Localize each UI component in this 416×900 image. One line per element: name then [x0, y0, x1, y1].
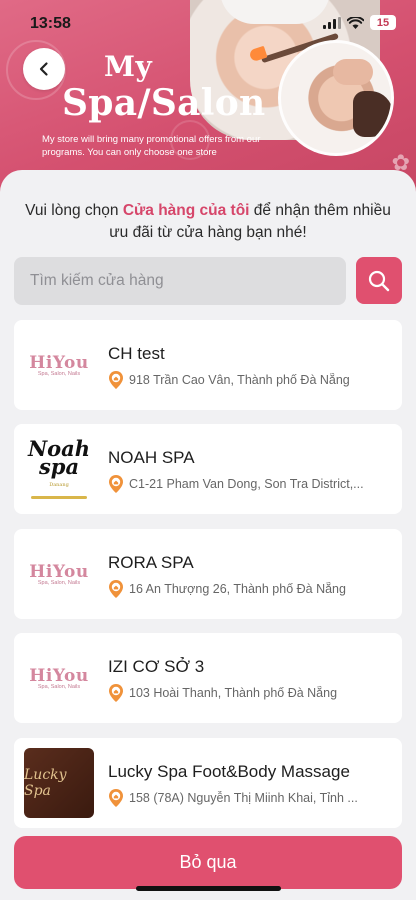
store-address-row: C1-21 Pham Van Dong, Son Tra District,..… — [108, 474, 388, 494]
store-address: C1-21 Pham Van Dong, Son Tra District,..… — [129, 477, 364, 491]
instruction-text: Vui lòng chọn Cửa hàng của tôi để nhận t… — [20, 200, 396, 244]
store-address-row: 16 An Thượng 26, Thành phố Đà Nẵng — [108, 579, 388, 599]
store-logo-hiyou: HiYou Spa, Salon, Nails — [24, 539, 94, 609]
location-pin-icon — [109, 475, 123, 493]
signal-icon — [323, 16, 341, 29]
store-address-row: 158 (78A) Nguyễn Thị Miinh Khai, Tỉnh ..… — [108, 788, 388, 808]
wifi-icon — [347, 16, 364, 29]
location-pin-icon — [109, 371, 123, 389]
hiyou-logo-text: HiYou — [29, 562, 89, 582]
store-logo-hiyou: HiYou Spa, Salon, Nails — [24, 330, 94, 400]
store-name: IZI CƠ SỞ 3 — [108, 657, 205, 676]
battery-indicator: 15 — [370, 15, 396, 30]
noah-logo-subtext: Danang — [49, 481, 69, 488]
location-pin-icon — [109, 580, 123, 598]
store-logo-lucky: Lucky Spa — [24, 748, 94, 818]
status-time: 13:58 — [30, 15, 71, 32]
location-pin-icon — [109, 684, 123, 702]
hiyou-logo-tagline: Spa, Salon, Nails — [37, 684, 81, 690]
store-card[interactable]: Lucky Spa Lucky Spa Foot&Body Massage 15… — [14, 738, 402, 828]
status-bar: 13:58 15 — [0, 0, 416, 46]
store-card[interactable]: Noah spa Danang NOAH SPA C1-21 Pham Van … — [14, 424, 402, 514]
hiyou-logo-text: HiYou — [29, 353, 89, 373]
search-button[interactable] — [356, 257, 402, 304]
hiyou-logo-tagline: Spa, Salon, Nails — [37, 371, 81, 377]
store-address: 918 Trần Cao Vân, Thành phố Đà Nẵng — [129, 373, 350, 387]
status-icons: 15 — [323, 15, 396, 30]
store-name: Lucky Spa Foot&Body Massage — [108, 762, 350, 781]
store-name: CH test — [108, 344, 165, 363]
store-address-row: 918 Trần Cao Vân, Thành phố Đà Nẵng — [108, 370, 388, 390]
store-logo-hiyou: HiYou Spa, Salon, Nails — [24, 643, 94, 713]
home-indicator — [136, 886, 281, 891]
noah-logo-text: Noah spa — [27, 435, 91, 479]
store-address-row: 103 Hoài Thanh, Thành phố Đà Nẵng — [108, 683, 388, 703]
hiyou-logo-tagline: Spa, Salon, Nails — [37, 580, 81, 586]
store-card[interactable]: HiYou Spa, Salon, Nails CH test 918 Trần… — [14, 320, 402, 410]
instruction-highlight: Cửa hàng của tôi — [122, 202, 250, 219]
location-pin-icon — [109, 789, 123, 807]
page-title: Spa/Salon — [62, 82, 266, 124]
page-title-line1: My — [104, 50, 153, 83]
store-name: RORA SPA — [108, 553, 194, 572]
instruction-text-before: Vui lòng chọn — [25, 202, 123, 219]
back-button[interactable] — [23, 48, 65, 90]
store-address: 16 An Thượng 26, Thành phố Đà Nẵng — [129, 582, 346, 596]
chevron-left-icon — [39, 62, 48, 76]
search-input[interactable] — [14, 257, 346, 305]
search-icon — [368, 270, 390, 291]
header-subtitle: My store will bring many promotional off… — [42, 134, 261, 158]
lucky-logo-text: Lucky Spa — [24, 767, 67, 799]
spa-photo-massage — [278, 40, 394, 156]
store-logo-noah: Noah spa Danang — [24, 434, 94, 504]
skip-button[interactable]: Bỏ qua — [14, 836, 402, 889]
store-card[interactable]: HiYou Spa, Salon, Nails IZI CƠ SỞ 3 103 … — [14, 633, 402, 723]
store-address: 158 (78A) Nguyễn Thị Miinh Khai, Tỉnh ..… — [129, 791, 358, 805]
hiyou-logo-text: HiYou — [29, 666, 89, 686]
noah-logo-swoosh — [31, 495, 87, 499]
store-address: 103 Hoài Thanh, Thành phố Đà Nẵng — [129, 686, 338, 700]
store-name: NOAH SPA — [108, 448, 195, 467]
store-card[interactable]: HiYou Spa, Salon, Nails RORA SPA 16 An T… — [14, 529, 402, 619]
